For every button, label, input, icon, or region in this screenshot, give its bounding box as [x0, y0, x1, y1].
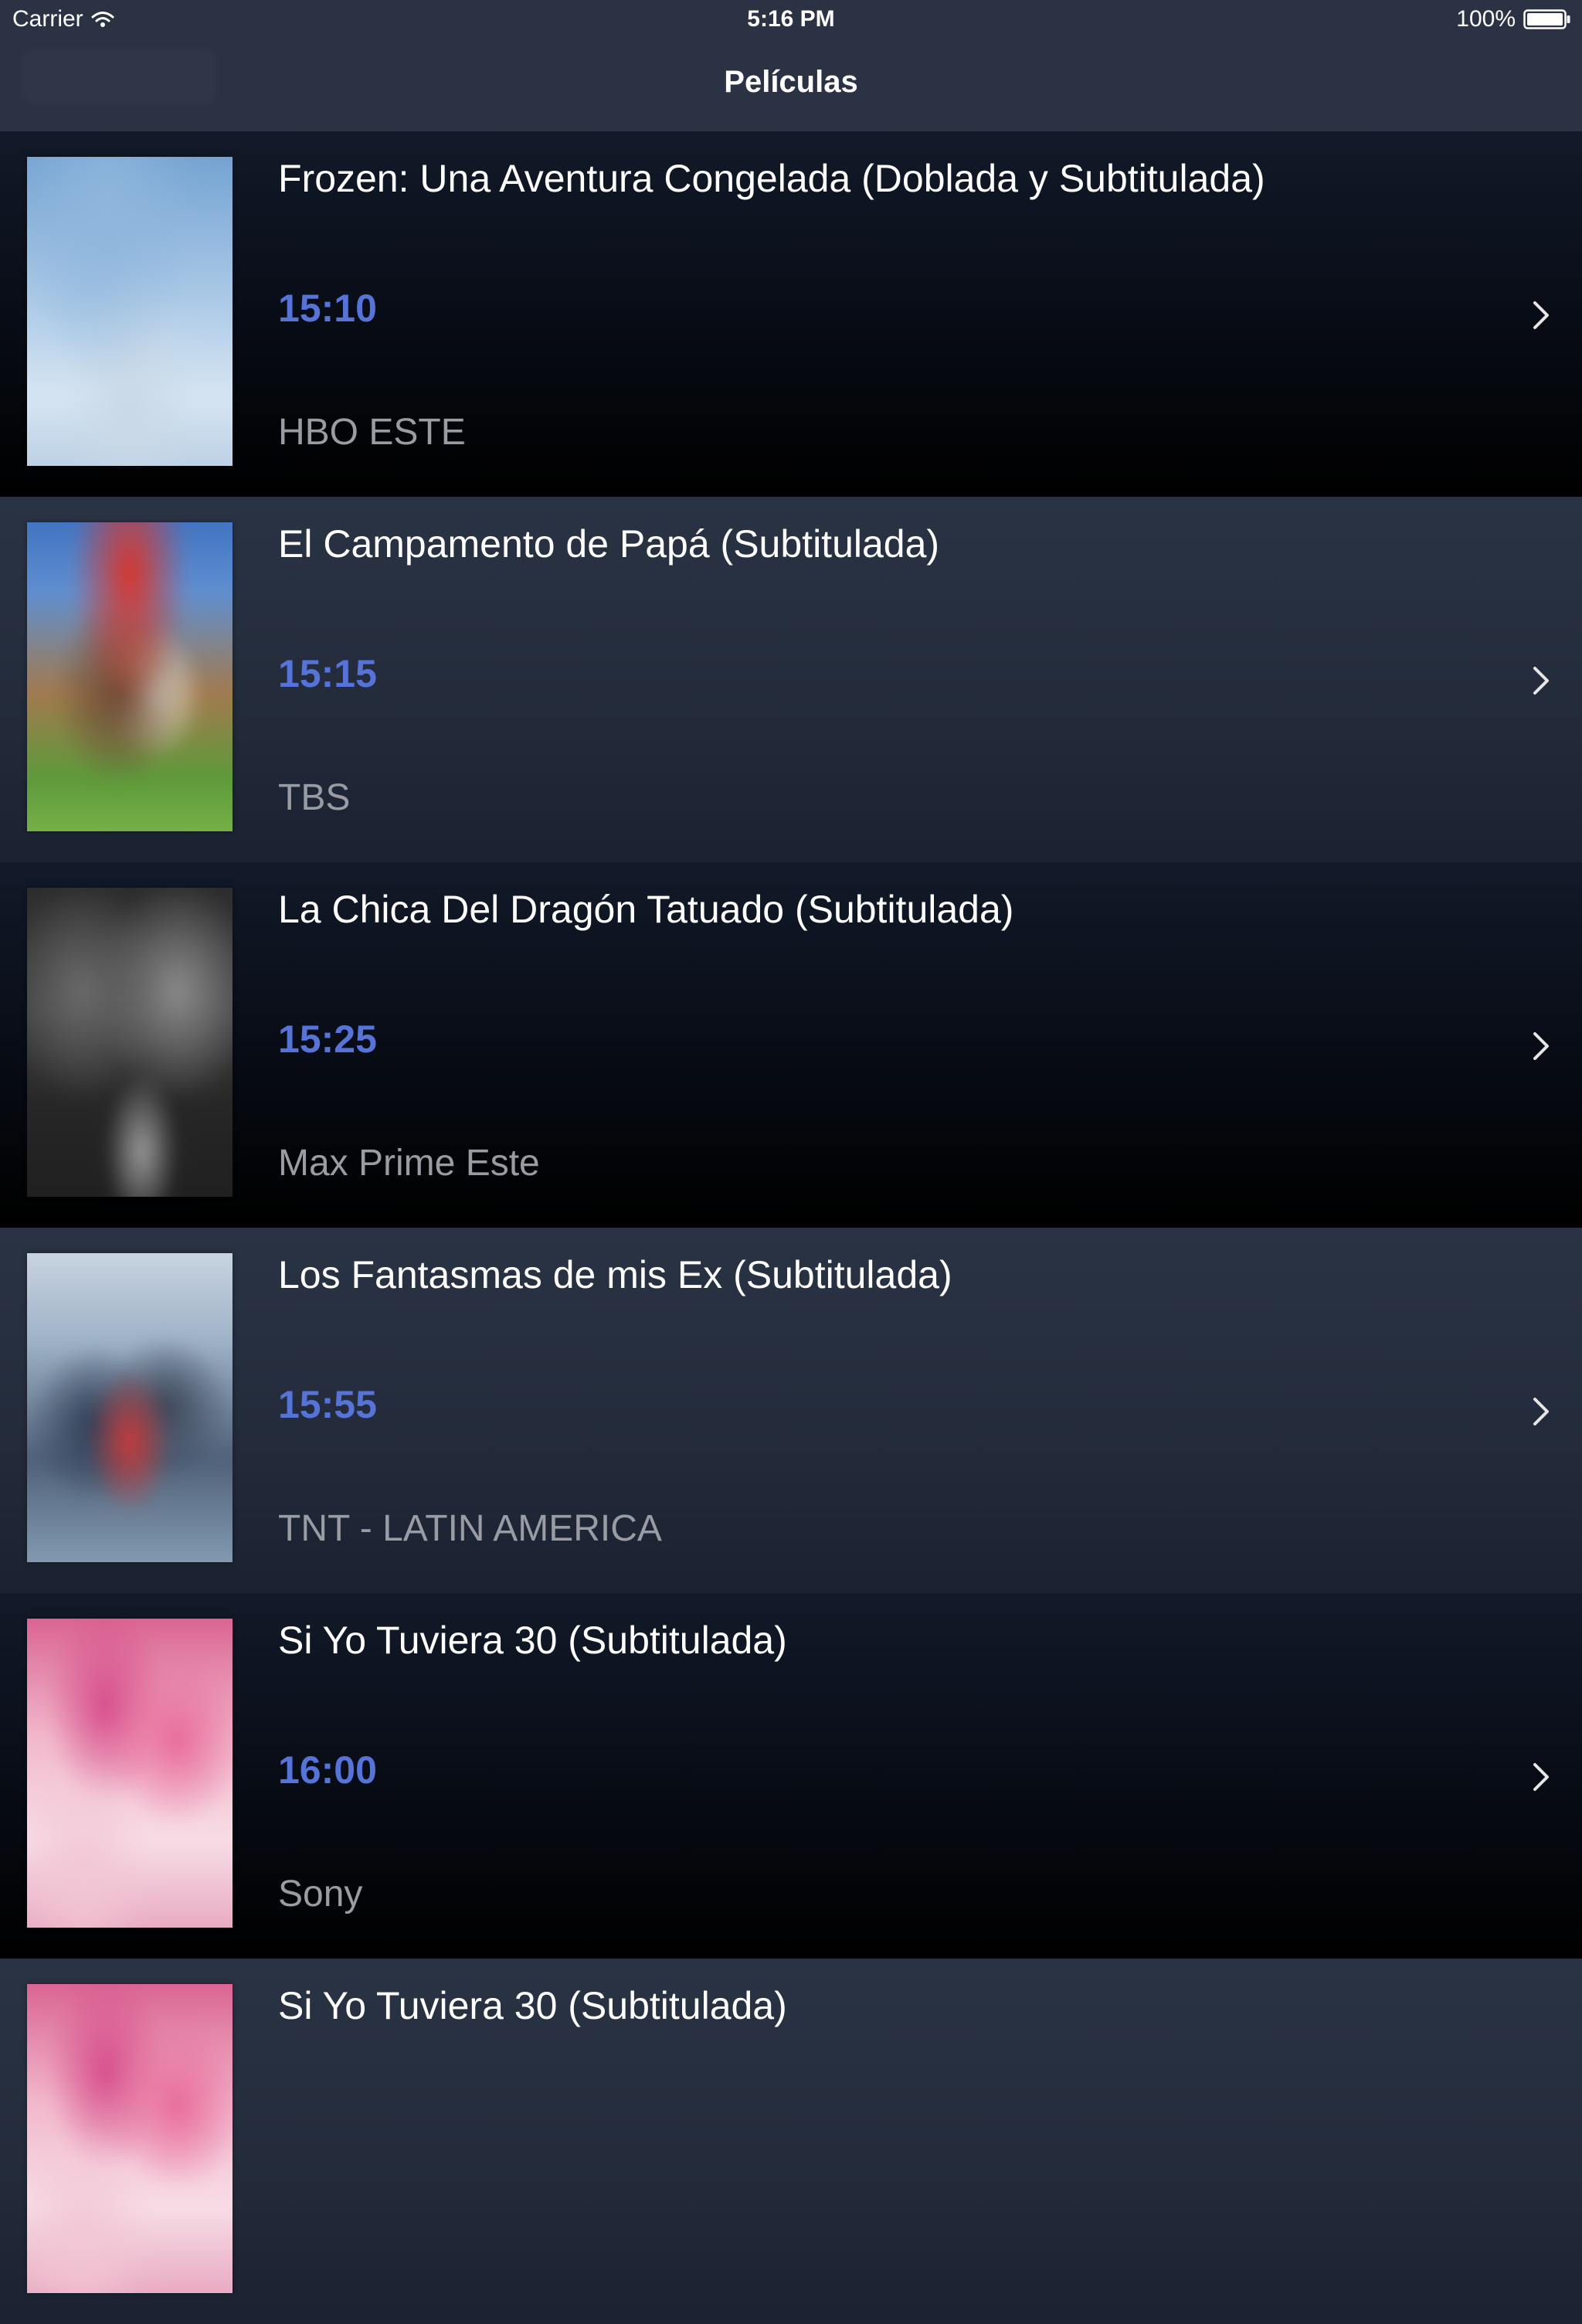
movie-poster — [27, 522, 233, 831]
movie-row[interactable]: Frozen: Una Aventura Congelada (Doblada … — [0, 131, 1582, 497]
status-bar: Carrier 5:16 PM 100% — [0, 0, 1582, 42]
movie-poster — [27, 1984, 233, 2293]
movie-poster — [27, 888, 233, 1197]
movie-time: 15:25 — [278, 1018, 377, 1061]
movie-title: El Campamento de Papá (Subtitulada) — [278, 522, 940, 566]
chevron-right-icon — [1531, 1396, 1551, 1427]
movie-row[interactable]: El Campamento de Papá (Subtitulada) 15:1… — [0, 497, 1582, 862]
movie-title: Frozen: Una Aventura Congelada (Doblada … — [278, 157, 1265, 200]
movie-title: Si Yo Tuviera 30 (Subtitulada) — [278, 1984, 787, 2027]
movie-time: 16:00 — [278, 1748, 377, 1792]
movie-time: 15:55 — [278, 1383, 377, 1426]
page-title: Películas — [724, 65, 858, 99]
navigation-bar: Películas — [0, 42, 1582, 131]
movie-title: Si Yo Tuviera 30 (Subtitulada) — [278, 1619, 787, 1662]
chevron-right-icon — [1531, 665, 1551, 696]
movie-list: Frozen: Una Aventura Congelada (Doblada … — [0, 131, 1582, 2324]
movie-channel: Max Prime Este — [278, 1143, 540, 1184]
movie-row[interactable]: Si Yo Tuviera 30 (Subtitulada) 16:00 Son… — [0, 1593, 1582, 1959]
movie-poster — [27, 157, 233, 466]
movie-title: La Chica Del Dragón Tatuado (Subtitulada… — [278, 888, 1014, 931]
movie-channel: TNT - LATIN AMERICA — [278, 1508, 662, 1549]
battery-percent: 100% — [1456, 6, 1516, 32]
chevron-right-icon — [1531, 1762, 1551, 1792]
movie-channel: TBS — [278, 777, 351, 818]
chevron-right-icon — [1531, 300, 1551, 331]
movie-time: 15:10 — [278, 287, 377, 330]
chevron-right-icon — [1531, 1031, 1551, 1062]
movie-channel: HBO ESTE — [278, 412, 466, 453]
movie-poster — [27, 1253, 233, 1562]
movie-channel: Sony — [278, 1874, 363, 1915]
movie-row[interactable]: La Chica Del Dragón Tatuado (Subtitulada… — [0, 862, 1582, 1228]
movie-poster — [27, 1619, 233, 1928]
movie-row[interactable]: Los Fantasmas de mis Ex (Subtitulada) 15… — [0, 1228, 1582, 1593]
battery-icon — [1523, 8, 1571, 30]
status-time: 5:16 PM — [747, 6, 835, 32]
movie-title: Los Fantasmas de mis Ex (Subtitulada) — [278, 1253, 952, 1296]
battery-indicator: 100% — [1456, 6, 1571, 32]
movie-time: 15:15 — [278, 652, 377, 695]
movie-row[interactable]: Si Yo Tuviera 30 (Subtitulada) — [0, 1959, 1582, 2324]
